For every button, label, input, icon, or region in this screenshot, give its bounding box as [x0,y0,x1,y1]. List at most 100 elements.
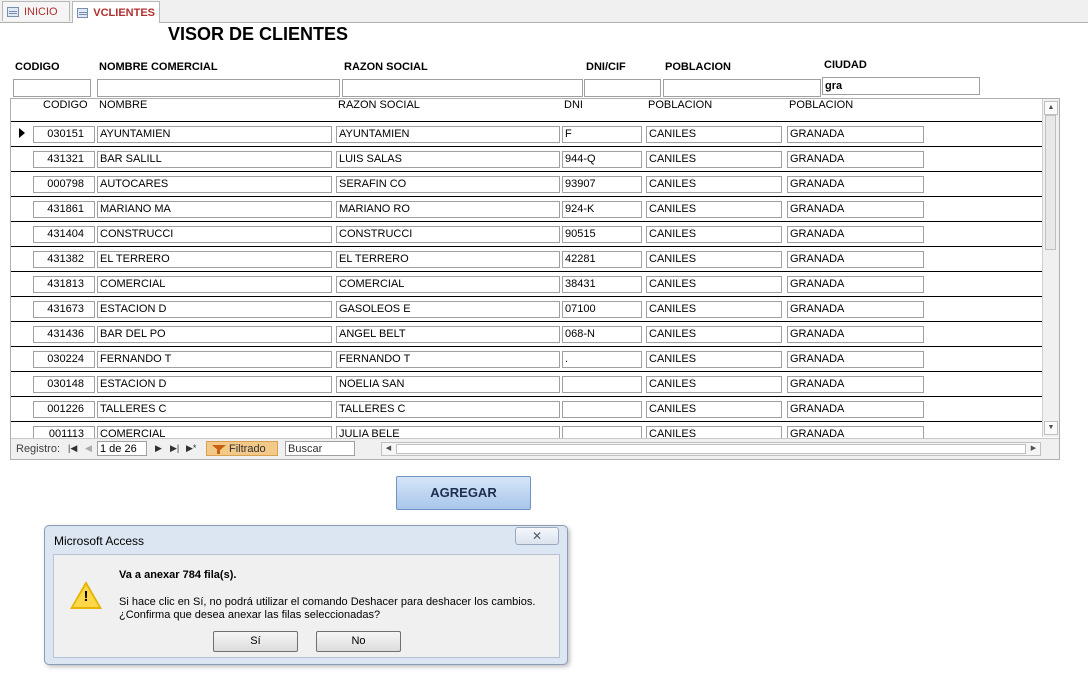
cell-dni[interactable]: 90515 [562,226,642,243]
cell-ciudad[interactable]: GRANADA [787,251,924,268]
filter-nombre-input[interactable] [97,79,340,97]
cell-poblacion[interactable]: CANILES [646,401,782,418]
cell-poblacion[interactable]: CANILES [646,301,782,318]
cell-codigo[interactable]: 431404 [33,226,95,243]
cell-nombre[interactable]: COMERCIAL [97,276,332,293]
cell-poblacion[interactable]: CANILES [646,251,782,268]
cell-ciudad[interactable]: GRANADA [787,376,924,393]
vertical-scrollbar[interactable]: ▲ ▼ [1042,99,1059,437]
table-row[interactable]: 431861 MARIANO MA MARIANO RO 924-K CANILES GR… [11,196,1045,221]
cell-ciudad[interactable]: GRANADA [787,126,924,143]
cell-ciudad[interactable]: GRANADA [787,351,924,368]
cell-ciudad[interactable]: GRANADA [787,326,924,343]
cell-nombre[interactable]: FERNANDO T [97,351,332,368]
cell-codigo[interactable]: 431382 [33,251,95,268]
cell-codigo[interactable]: 431813 [33,276,95,293]
cell-codigo[interactable]: 001226 [33,401,95,418]
cell-dni[interactable]: 07100 [562,301,642,318]
cell-codigo[interactable]: 030151 [33,126,95,143]
record-selector[interactable] [11,297,31,321]
cell-dni[interactable]: 93907 [562,176,642,193]
cell-nombre[interactable]: MARIANO MA [97,201,332,218]
cell-poblacion[interactable]: CANILES [646,276,782,293]
cell-ciudad[interactable]: GRANADA [787,201,924,218]
record-selector[interactable] [11,272,31,296]
cell-dni[interactable] [562,401,642,418]
cell-razon-social[interactable]: CONSTRUCCI [336,226,560,243]
cell-ciudad[interactable]: GRANADA [787,151,924,168]
filter-toggle-button[interactable]: Filtrado [206,441,278,456]
cell-dni[interactable]: 38431 [562,276,642,293]
record-selector[interactable] [11,347,31,371]
cell-poblacion[interactable]: CANILES [646,176,782,193]
record-selector[interactable] [11,197,31,221]
cell-poblacion[interactable]: CANILES [646,376,782,393]
record-selector[interactable] [11,222,31,246]
table-row[interactable]: 431382 EL TERRERO EL TERRERO 42281 CANILES GR… [11,246,1045,271]
table-row[interactable]: 431404 CONSTRUCCI CONSTRUCCI 90515 CANILES GR… [11,221,1045,246]
cell-razon-social[interactable]: EL TERRERO [336,251,560,268]
cell-nombre[interactable]: EL TERRERO [97,251,332,268]
previous-record-icon[interactable]: ◀ [85,443,92,454]
cell-ciudad[interactable]: GRANADA [787,176,924,193]
cell-dni[interactable]: 924-K [562,201,642,218]
next-record-icon[interactable]: ▶ [155,443,162,454]
record-selector[interactable] [11,322,31,346]
cell-poblacion[interactable]: CANILES [646,201,782,218]
search-field[interactable]: Buscar [285,441,355,456]
cell-nombre[interactable]: ESTACION D [97,301,332,318]
cell-dni[interactable]: 42281 [562,251,642,268]
horizontal-scroll-thumb[interactable] [396,444,1026,454]
cell-razon-social[interactable]: SERAFIN CO [336,176,560,193]
cell-poblacion[interactable]: CANILES [646,226,782,243]
cell-nombre[interactable]: BAR SALILL [97,151,332,168]
cell-codigo[interactable]: 030148 [33,376,95,393]
cell-razon-social[interactable]: MARIANO RO [336,201,560,218]
cell-codigo[interactable]: 000798 [33,176,95,193]
current-record-field[interactable]: 1 de 26 [97,441,147,456]
table-row[interactable]: 001226 TALLERES C TALLERES C CANILES GRANADA [11,396,1045,421]
record-selector[interactable] [11,247,31,271]
no-button[interactable]: No [316,631,401,652]
table-row[interactable]: 431813 COMERCIAL COMERCIAL 38431 CANILES GRAN… [11,271,1045,296]
cell-razon-social[interactable]: GASOLEOS E [336,301,560,318]
filter-razon-input[interactable] [342,79,583,97]
cell-poblacion[interactable]: CANILES [646,151,782,168]
tab-inicio[interactable]: INICIO [2,1,70,21]
cell-dni[interactable]: F [562,126,642,143]
cell-codigo[interactable]: 431436 [33,326,95,343]
cell-nombre[interactable]: ESTACION D [97,376,332,393]
cell-nombre[interactable]: CONSTRUCCI [97,226,332,243]
cell-codigo[interactable]: 030224 [33,351,95,368]
close-icon[interactable]: ✕ [515,527,559,545]
scroll-thumb[interactable] [1045,115,1056,250]
record-selector[interactable] [11,172,31,196]
table-row[interactable]: 431321 BAR SALILL LUIS SALAS 944-Q CANILES GR… [11,146,1045,171]
cell-razon-social[interactable]: AYUNTAMIEN [336,126,560,143]
cell-dni[interactable]: 944-Q [562,151,642,168]
cell-ciudad[interactable]: GRANADA [787,276,924,293]
new-record-icon[interactable]: ▶* [186,443,196,454]
record-selector[interactable] [11,147,31,171]
table-row[interactable]: 030224 FERNANDO T FERNANDO T. CANILES GRANAD… [11,346,1045,371]
cell-razon-social[interactable]: TALLERES C [336,401,560,418]
tab-vclientes[interactable]: VCLIENTES [72,1,160,23]
cell-dni[interactable] [562,376,642,393]
filter-codigo-input[interactable] [13,79,91,97]
cell-ciudad[interactable]: GRANADA [787,401,924,418]
cell-dni[interactable]: . [562,351,642,368]
cell-codigo[interactable]: 431321 [33,151,95,168]
cell-razon-social[interactable]: ANGEL BELT [336,326,560,343]
cell-poblacion[interactable]: CANILES [646,126,782,143]
cell-nombre[interactable]: AYUNTAMIEN [97,126,332,143]
table-row[interactable]: 030151 AYUNTAMIEN AYUNTAMIEN F CANILES GRANAD… [11,121,1045,146]
cell-ciudad[interactable]: GRANADA [787,301,924,318]
cell-codigo[interactable]: 431673 [33,301,95,318]
filter-poblacion-input[interactable] [663,79,821,97]
cell-razon-social[interactable]: FERNANDO T [336,351,560,368]
horizontal-scrollbar[interactable]: ◀ ▶ [381,442,1041,456]
cell-codigo[interactable]: 431861 [33,201,95,218]
scroll-left-icon[interactable]: ◀ [382,443,395,455]
scroll-up-icon[interactable]: ▲ [1044,101,1058,115]
record-selector[interactable] [11,397,31,421]
